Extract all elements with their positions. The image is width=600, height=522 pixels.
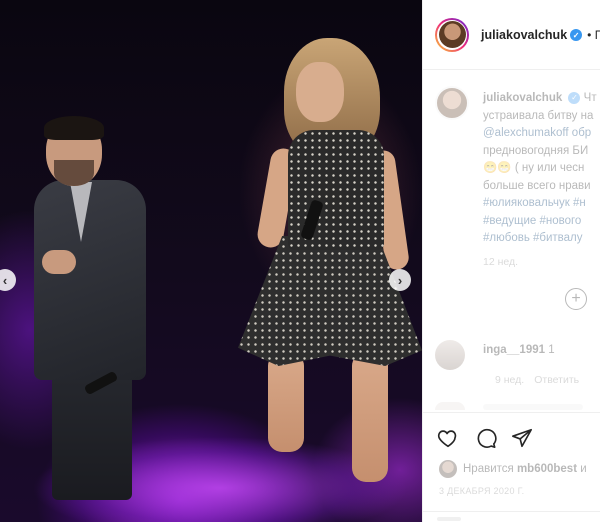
- post-header: juliakovalchuk✓ • П: [423, 0, 600, 70]
- verified-badge-icon: ✓: [568, 91, 581, 104]
- woman-figure-leg: [268, 352, 304, 452]
- likes-summary: Нравится mb600best и: [439, 460, 587, 478]
- post-date: 3 ДЕКАБРЯ 2020 Г.: [439, 486, 525, 496]
- verified-badge-icon: ✓: [570, 29, 583, 42]
- chevron-right-icon[interactable]: ›: [389, 269, 411, 291]
- comment-time: 9 нед.: [495, 374, 525, 386]
- reply-button[interactable]: Ответить: [534, 374, 579, 386]
- man-figure-hand: [42, 250, 76, 274]
- post-sidebar: juliakovalchuk✓ • П juliakovalchuk ✓ Чт …: [422, 0, 600, 522]
- liker-avatar[interactable]: [439, 460, 457, 478]
- chevron-left-icon[interactable]: ‹: [0, 269, 16, 291]
- header-username[interactable]: juliakovalchuk ✓: [481, 28, 583, 42]
- plus-circle-icon[interactable]: +: [565, 288, 587, 310]
- next-comment-text: [483, 404, 583, 410]
- next-comment-avatar: [435, 402, 465, 410]
- post-actions: Нравится mb600best и 3 ДЕКАБРЯ 2020 Г.: [423, 412, 600, 522]
- man-figure-beard: [54, 160, 94, 186]
- liker-username[interactable]: mb600best: [517, 463, 577, 475]
- caption-avatar[interactable]: [435, 86, 469, 120]
- comment-username[interactable]: inga__1991: [483, 344, 545, 356]
- hashtag-link[interactable]: #любовь #битвалу: [483, 230, 600, 248]
- comment-icon[interactable]: [475, 427, 497, 449]
- avatar-image: [438, 21, 466, 48]
- caption-text: juliakovalchuk ✓ Чт устраивала битву на …: [483, 90, 600, 248]
- man-figure-jacket: [34, 180, 146, 380]
- hashtag-link[interactable]: #ведущие #нового: [483, 213, 600, 231]
- woman-figure-leg: [352, 352, 388, 482]
- comment-text: 1: [548, 344, 555, 356]
- caption-username[interactable]: juliakovalchuk: [483, 92, 562, 104]
- man-figure-hair: [44, 116, 104, 140]
- heart-icon[interactable]: [437, 427, 459, 449]
- follow-separator[interactable]: • П: [587, 28, 600, 42]
- add-comment-hint: [437, 517, 461, 521]
- hashtag-link[interactable]: #юлияковальчук #н: [483, 195, 600, 213]
- woman-figure-face: [296, 62, 344, 122]
- comment-avatar[interactable]: [435, 340, 465, 370]
- share-icon[interactable]: [511, 427, 533, 449]
- post-photo[interactable]: ‹ ›: [0, 0, 422, 522]
- caption-time: 12 нед.: [483, 256, 519, 268]
- avatar[interactable]: [435, 17, 469, 52]
- mention-link[interactable]: @alexchumakoff обр: [483, 125, 600, 143]
